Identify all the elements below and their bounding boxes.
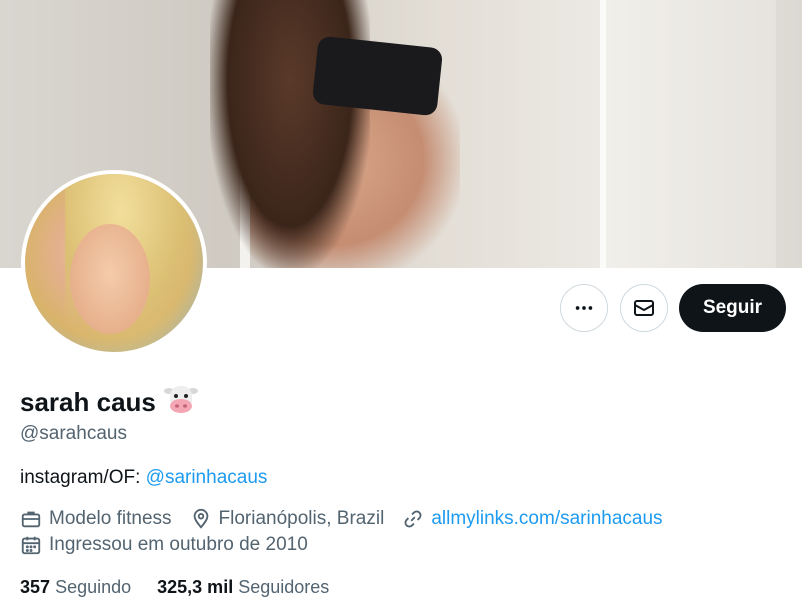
following-count: 357 [20, 577, 51, 597]
message-button[interactable] [620, 284, 668, 332]
link-icon [404, 510, 422, 528]
banner-phone [311, 35, 444, 117]
profile-meta-row: Modelo fitness Florianópolis, Brazil all… [20, 508, 681, 530]
banner-door [600, 0, 776, 268]
user-handle: @sarahcaus [20, 423, 127, 444]
followers-stat[interactable]: 325,3 mil Seguidores [157, 577, 329, 598]
envelope-icon [634, 300, 654, 316]
followers-count: 325,3 mil [157, 577, 234, 597]
website: allmylinks.com/sarinhacaus [402, 508, 663, 530]
following-stat[interactable]: 357 Seguindo [20, 577, 131, 598]
cow-emoji-icon [163, 383, 198, 422]
more-options-button[interactable] [560, 284, 608, 332]
bio-mention-link[interactable]: @sarinhacaus [146, 467, 268, 488]
joined-date: Ingressou em outubro de 2010 [20, 534, 308, 556]
bio-text: instagram/OF: [20, 467, 146, 488]
occupation: Modelo fitness [20, 508, 172, 530]
joined-text: Ingressou em outubro de 2010 [49, 534, 308, 555]
following-label: Seguindo [55, 577, 132, 597]
occupation-text: Modelo fitness [49, 508, 172, 529]
follow-stats: 357 Seguindo 325,3 mil Seguidores [20, 577, 329, 598]
website-link[interactable]: allmylinks.com/sarinhacaus [431, 508, 662, 530]
more-horizontal-icon [575, 306, 593, 310]
display-name: sarah caus [20, 387, 156, 417]
calendar-icon [21, 536, 41, 555]
joined-row: Ingressou em outubro de 2010 [20, 534, 326, 556]
briefcase-icon [21, 511, 41, 528]
location-text: Florianópolis, Brazil [218, 508, 385, 529]
avatar-face [70, 224, 150, 334]
display-name-row: sarah caus [20, 383, 198, 422]
avatar[interactable] [21, 170, 207, 356]
location: Florianópolis, Brazil [190, 508, 385, 530]
followers-label: Seguidores [238, 577, 330, 597]
follow-button[interactable]: Seguir [679, 284, 786, 332]
location-pin-icon [193, 508, 208, 529]
bio: instagram/OF: @sarinhacaus [20, 467, 267, 489]
